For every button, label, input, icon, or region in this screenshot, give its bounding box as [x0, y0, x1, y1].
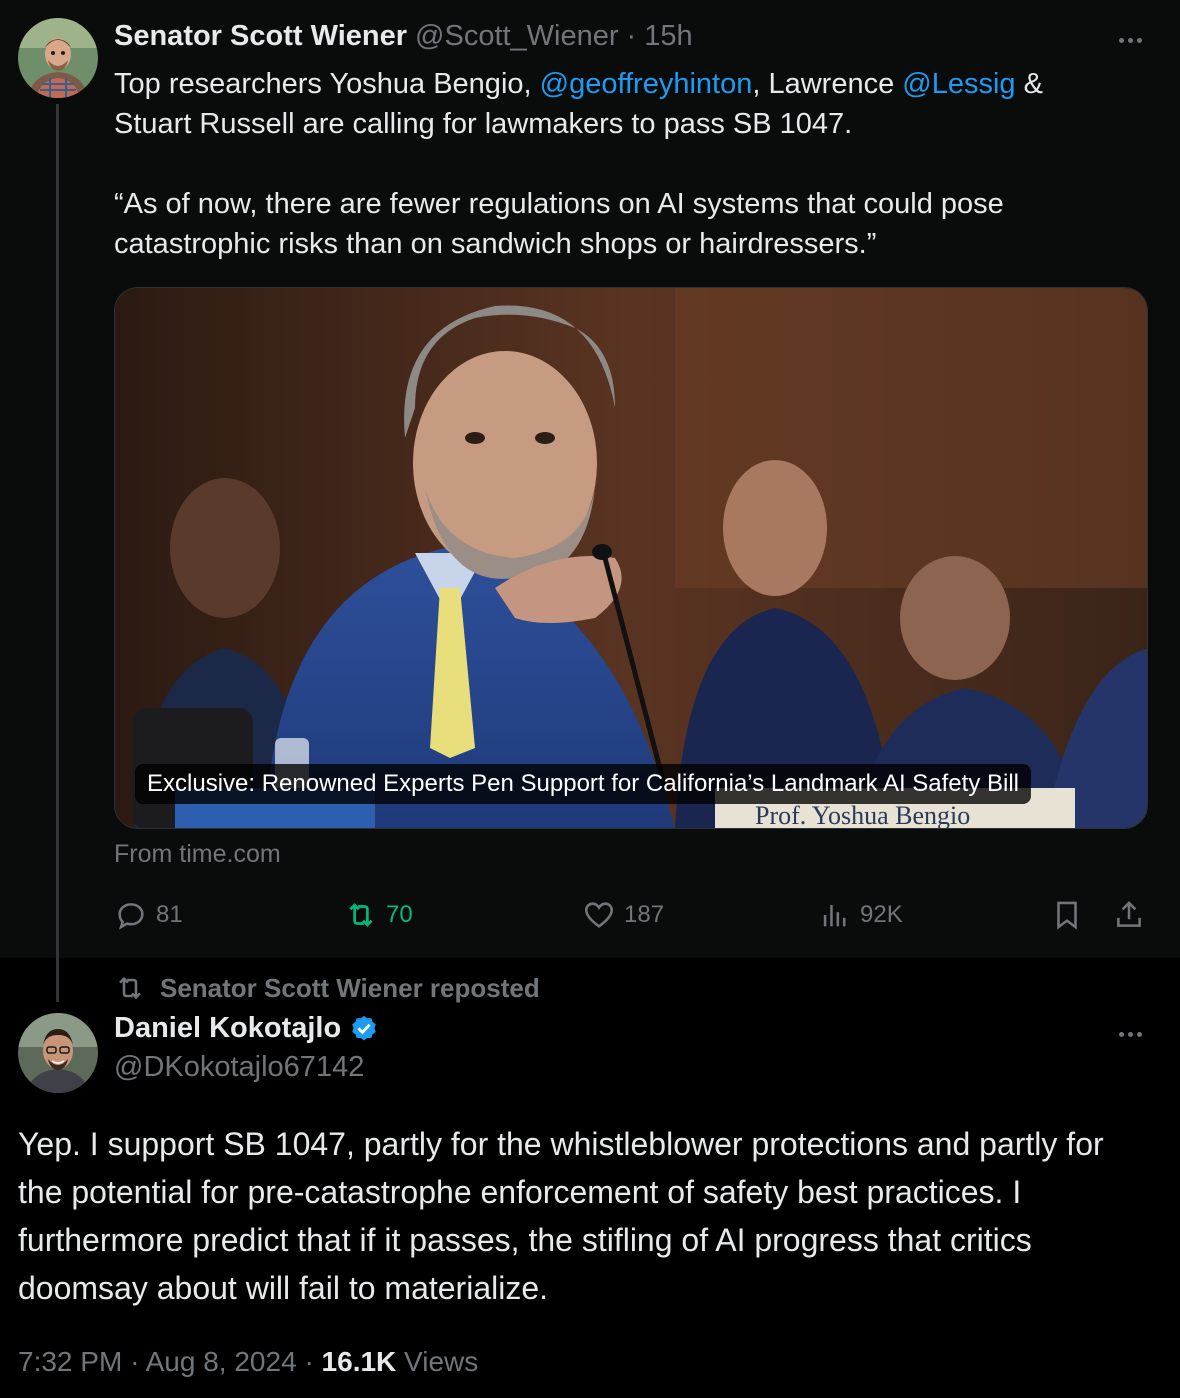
- author-name[interactable]: Senator Scott Wiener: [114, 20, 407, 53]
- quoted-tweet-text: Top researchers Yoshua Bengio, @geoffrey…: [114, 64, 1154, 264]
- like-count: 187: [624, 901, 665, 928]
- main-tweet-text: Yep. I support SB 1047, partly for the w…: [18, 1126, 1104, 1306]
- tweet-action-bar: 81 70 187 92K: [114, 890, 1154, 940]
- views-label: Views: [404, 1346, 479, 1377]
- author-handle[interactable]: @Scott_Wiener: [415, 20, 619, 53]
- text-line-2: Stuart Russell are calling for lawmakers…: [114, 108, 853, 140]
- repost-banner[interactable]: Senator Scott Wiener reposted: [114, 972, 540, 1004]
- tweet-time[interactable]: 7:32 PM: [18, 1346, 122, 1377]
- verified-badge-icon[interactable]: [349, 1014, 379, 1044]
- separator-dot: ·: [626, 20, 637, 52]
- main-tweet-header: Daniel Kokotajlo @DKokotajlo67142: [114, 1012, 379, 1084]
- author-name[interactable]: Daniel Kokotajlo: [114, 1012, 341, 1045]
- like-button[interactable]: 187: [582, 890, 664, 940]
- thread-connector-line: [56, 104, 59, 1002]
- quote-line-1: “As of now, there are fewer regulations …: [114, 188, 1004, 220]
- reply-icon: [118, 903, 144, 930]
- share-icon: [1117, 901, 1141, 927]
- repost-button[interactable]: 70: [344, 890, 413, 940]
- mention-link[interactable]: @Lessig: [902, 68, 1015, 100]
- separator-dot: ·: [304, 1346, 314, 1377]
- author-handle[interactable]: @DKokotajlo67142: [114, 1051, 379, 1084]
- tweet-date[interactable]: Aug 8, 2024: [146, 1346, 297, 1377]
- more-icon[interactable]: [1114, 30, 1146, 50]
- quoted-tweet-card[interactable]: Senator Scott Wiener @Scott_Wiener · 15h…: [0, 0, 1180, 1002]
- text-line-1: Top researchers Yoshua Bengio, @geoffrey…: [114, 68, 1043, 100]
- repost-banner-text: Senator Scott Wiener reposted: [160, 972, 540, 1003]
- avatar[interactable]: [18, 18, 98, 98]
- repost-count: 70: [386, 901, 413, 928]
- tweet-metadata: 7:32 PM · Aug 8, 2024 · 16.1K Views: [18, 1346, 478, 1378]
- nameplate-text: Prof. Yoshua Bengio: [755, 801, 970, 829]
- views-icon: [823, 905, 846, 927]
- avatar[interactable]: [18, 1013, 98, 1093]
- separator-dot: ·: [130, 1346, 140, 1377]
- more-icon[interactable]: [1114, 1024, 1146, 1044]
- tweet-time[interactable]: 15h: [644, 20, 692, 53]
- views-button[interactable]: 92K: [818, 890, 903, 940]
- link-card-image[interactable]: Prof. Yoshua Bengio Exclusive: Renowned …: [114, 287, 1148, 829]
- link-source[interactable]: From time.com: [114, 840, 281, 869]
- quote-line-2: catastrophic risks than on sandwich shop…: [114, 228, 877, 260]
- reply-button[interactable]: 81: [114, 890, 183, 940]
- bookmark-icon: [1057, 901, 1077, 930]
- repost-icon: [349, 903, 373, 927]
- quoted-tweet-header: Senator Scott Wiener @Scott_Wiener · 15h: [114, 20, 693, 56]
- like-icon: [584, 902, 614, 928]
- bookmark-button[interactable]: [1050, 890, 1084, 940]
- views-count: 16.1K: [321, 1346, 397, 1377]
- share-button[interactable]: [1112, 890, 1146, 940]
- reply-count: 81: [156, 901, 183, 928]
- views-count: 92K: [860, 901, 903, 928]
- link-card-title[interactable]: Exclusive: Renowned Experts Pen Support …: [135, 764, 1031, 804]
- repost-icon: [119, 976, 141, 1000]
- mention-link[interactable]: @geoffreyhinton: [540, 68, 753, 100]
